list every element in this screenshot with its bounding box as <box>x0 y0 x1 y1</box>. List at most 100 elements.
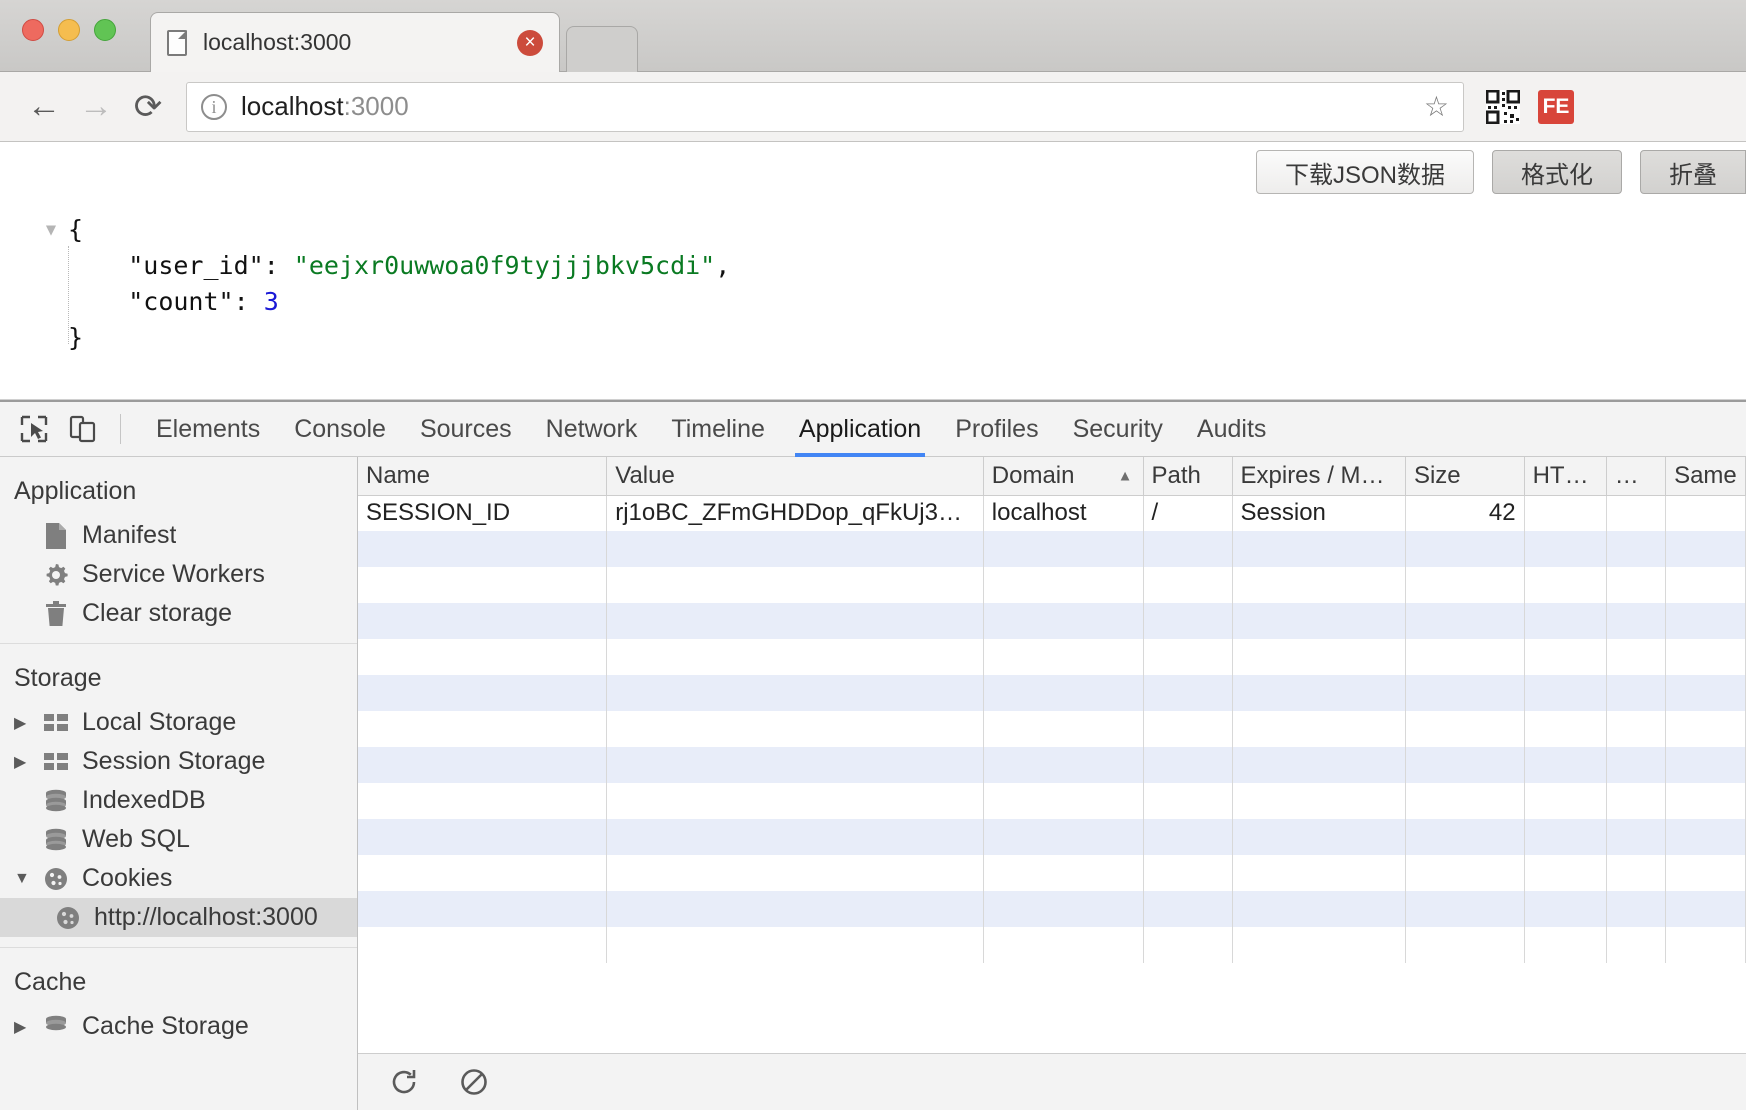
cell-empty <box>1143 819 1233 855</box>
json-comma: , <box>715 251 731 280</box>
sidebar-item-cache-storage[interactable]: ▶ Cache Storage <box>0 1007 357 1046</box>
tab-timeline[interactable]: Timeline <box>654 402 782 457</box>
cell-empty <box>606 603 984 639</box>
minimize-window-button[interactable] <box>58 19 80 41</box>
cell-empty <box>358 675 608 711</box>
column-header-domain[interactable]: Domain ▲ <box>983 457 1144 496</box>
maximize-window-button[interactable] <box>94 19 116 41</box>
cell-value: rj1oBC_ZFmGHDDop_qFkUj3… <box>606 495 984 531</box>
column-header-expires[interactable]: Expires / M… <box>1232 457 1406 496</box>
cell-empty <box>1143 675 1233 711</box>
cell-empty <box>358 531 608 567</box>
table-grid-icon <box>40 747 72 777</box>
format-json-button[interactable]: 格式化 <box>1492 150 1622 194</box>
tab-profiles[interactable]: Profiles <box>938 402 1055 457</box>
forward-button[interactable]: → <box>70 81 122 133</box>
sidebar-item-service-workers[interactable]: \u25b6 Service Workers <box>0 555 357 594</box>
sidebar-item-clear-storage[interactable]: \u25b6 Clear storage <box>0 594 357 633</box>
tab-sources[interactable]: Sources <box>403 402 529 457</box>
collapse-json-button[interactable]: 折叠 <box>1640 150 1746 194</box>
address-bar[interactable]: i localhost:3000 ☆ <box>186 81 1464 132</box>
bookmark-star-icon[interactable]: ☆ <box>1424 90 1449 123</box>
json-key-user-id: "user_id" <box>128 251 264 280</box>
json-line-count: "count": 3 <box>34 284 730 320</box>
column-header-size[interactable]: Size <box>1405 457 1525 496</box>
browser-tab[interactable]: localhost:3000 × <box>150 12 560 72</box>
chevron-right-icon[interactable]: ▶ <box>14 1017 40 1037</box>
json-collapse-twisty[interactable]: ▼ <box>34 212 68 248</box>
column-header-name[interactable]: Name <box>358 457 608 496</box>
cell-empty <box>606 567 984 603</box>
cookie-table: Name Value Domain ▲ Path Expires / M… Si… <box>358 457 1746 963</box>
column-header-samesite[interactable]: Same <box>1665 457 1746 496</box>
refresh-icon[interactable] <box>384 1062 424 1102</box>
table-row-empty <box>358 819 1746 855</box>
close-icon[interactable]: × <box>517 29 543 56</box>
cell-empty <box>1524 855 1607 891</box>
sidebar-item-session-storage[interactable]: ▶ Session Storage <box>0 742 357 781</box>
chevron-down-icon[interactable]: ▼ <box>14 870 40 888</box>
device-toggle-icon[interactable] <box>62 409 102 449</box>
cookie-icon <box>40 864 72 894</box>
cell-size: 42 <box>1405 495 1525 531</box>
tab-network[interactable]: Network <box>529 402 655 457</box>
clear-icon[interactable] <box>454 1062 494 1102</box>
cookies-bottom-toolbar <box>358 1053 1746 1110</box>
cell-empty <box>1405 567 1525 603</box>
sidebar-item-label-clear-storage: Clear storage <box>82 599 233 627</box>
cell-expires: Session <box>1232 495 1406 531</box>
cookie-table-wrap: Name Value Domain ▲ Path Expires / M… Si… <box>358 457 1746 1053</box>
tab-audits[interactable]: Audits <box>1180 402 1283 457</box>
tab-security[interactable]: Security <box>1056 402 1180 457</box>
table-row[interactable]: SESSION_ID rj1oBC_ZFmGHDDop_qFkUj3… loca… <box>358 495 1746 531</box>
cell-empty <box>1405 711 1525 747</box>
cell-empty <box>1524 531 1607 567</box>
cell-empty <box>1524 711 1607 747</box>
sidebar-item-local-storage[interactable]: ▶ Local Storage <box>0 703 357 742</box>
sidebar-item-label-local-storage: Local Storage <box>82 708 237 736</box>
manifest-file-icon <box>40 521 72 551</box>
cell-empty <box>358 567 608 603</box>
chevron-right-icon[interactable]: ▶ <box>14 752 40 772</box>
cell-empty <box>1524 891 1607 927</box>
table-row-empty <box>358 603 1746 639</box>
tab-application[interactable]: Application <box>782 402 938 457</box>
sidebar-item-manifest[interactable]: \u25b6 Manifest <box>0 516 357 555</box>
sidebar-item-cookies[interactable]: ▼ Cookies <box>0 859 357 898</box>
cell-empty <box>1606 531 1667 567</box>
tab-elements[interactable]: Elements <box>139 402 277 457</box>
column-header-path[interactable]: Path <box>1143 457 1233 496</box>
new-tab-button[interactable] <box>566 26 638 72</box>
fe-extension-icon[interactable]: FE <box>1538 89 1574 124</box>
cell-samesite <box>1665 495 1746 531</box>
column-header-httponly[interactable]: HT… <box>1524 457 1607 496</box>
cursor-select-icon[interactable] <box>14 409 54 449</box>
cell-empty <box>1405 531 1525 567</box>
sidebar-item-cookie-origin[interactable]: http://localhost:3000 <box>0 898 357 937</box>
download-json-button[interactable]: 下载JSON数据 <box>1255 150 1474 194</box>
cell-empty <box>606 855 984 891</box>
back-button[interactable]: ← <box>18 81 70 133</box>
sidebar-item-web-sql[interactable]: \u25b6 Web SQL <box>0 820 357 859</box>
cell-empty <box>983 531 1144 567</box>
json-colon-1: : <box>263 251 294 280</box>
column-header-value[interactable]: Value <box>606 457 984 496</box>
cell-empty <box>1405 927 1525 963</box>
cell-empty <box>358 603 608 639</box>
close-window-button[interactable] <box>22 19 44 41</box>
info-icon[interactable]: i <box>201 93 227 120</box>
cell-empty <box>983 927 1144 963</box>
devtools-main: Application \u25b6 Manifest \u25b6 <box>0 457 1746 1110</box>
qr-code-icon[interactable] <box>1485 89 1521 124</box>
cell-empty <box>1143 603 1233 639</box>
reload-button[interactable]: ⟳ <box>122 81 174 133</box>
column-header-secure[interactable]: … <box>1606 457 1667 496</box>
sidebar-section-storage: Storage ▶ Local Storage ▶ Session Storag… <box>0 643 357 947</box>
tab-console[interactable]: Console <box>277 402 403 457</box>
sidebar-item-indexeddb[interactable]: \u25b6 IndexedDB <box>0 781 357 820</box>
cell-empty <box>1524 747 1607 783</box>
window-controls <box>22 19 116 41</box>
chevron-right-icon[interactable]: ▶ <box>14 713 40 733</box>
cell-secure <box>1606 495 1667 531</box>
database-icon <box>40 786 72 816</box>
